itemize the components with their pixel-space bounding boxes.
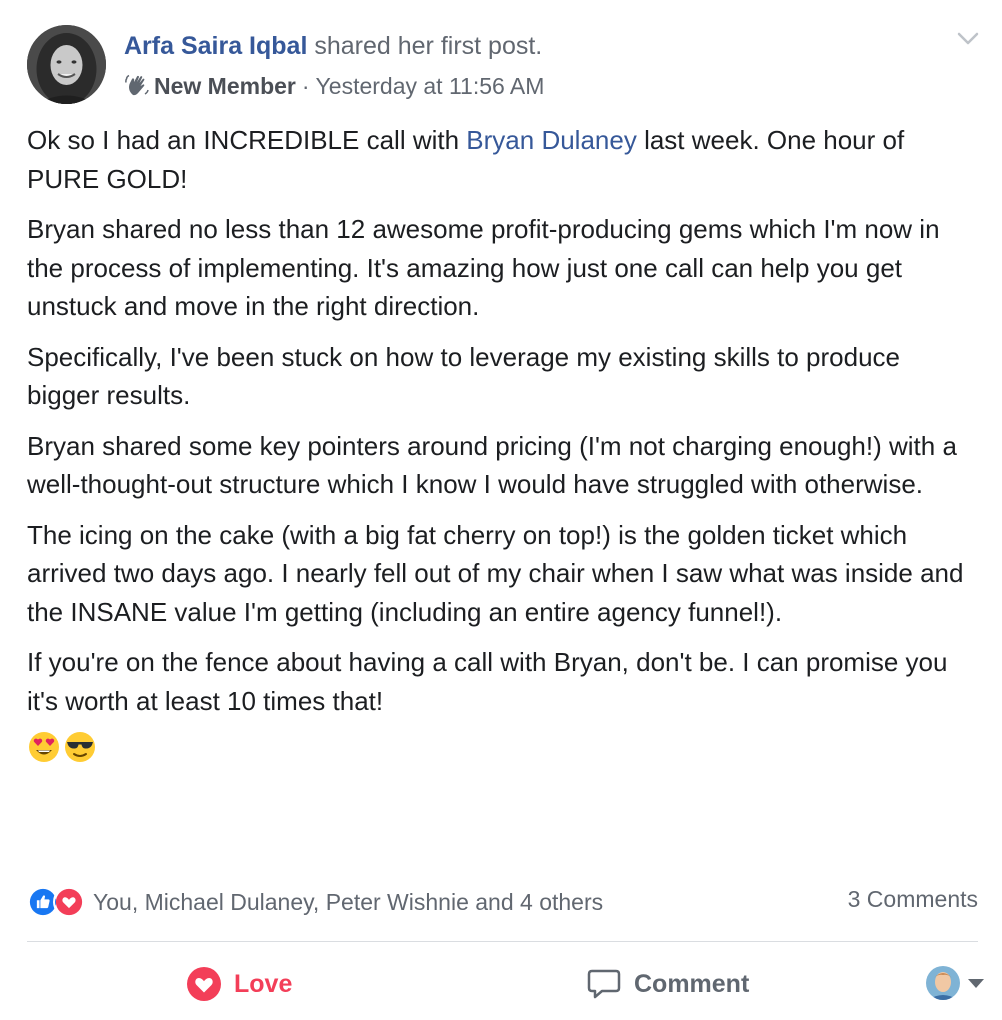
reactions-summary[interactable]: You, Michael Dulaney, Peter Wishnie and … [27,884,603,920]
mention-link[interactable]: Bryan Dulaney [466,125,637,155]
wave-icon [125,74,149,96]
reaction-names[interactable]: You, Michael Dulaney, Peter Wishnie and … [93,889,603,916]
member-badge[interactable]: New Member [154,71,296,101]
comment-label: Comment [634,969,750,998]
comment-button[interactable]: Comment [586,962,749,1006]
facebook-post: Arfa Saira Iqbal shared her first post. … [0,0,1002,1020]
love-reaction-icon [53,886,85,918]
post-paragraph: Bryan shared no less than 12 awesome pro… [27,214,940,321]
post-paragraph: Specifically, I've been stuck on how to … [27,341,901,411]
post-meta: New Member · Yesterday at 11:56 AM [124,71,544,101]
love-label: Love [234,969,293,998]
author-name-link[interactable]: Arfa Saira Iqbal [124,32,307,60]
post-paragraph: If you're on the fence about having a ca… [27,647,948,716]
post-timestamp[interactable]: Yesterday at 11:56 AM [316,71,545,101]
comment-count-link[interactable]: 3 Comments [848,886,978,913]
comment-icon [587,969,621,999]
post-body: Ok so I had an INCREDIBLE call with Brya… [27,121,977,764]
love-button[interactable]: Love [186,962,292,1006]
post-paragraph: The icing on the cake (with a big fat ch… [27,519,964,627]
caret-down-icon[interactable] [968,979,984,988]
chevron-down-icon[interactable] [956,30,980,48]
emoji-row [27,730,977,764]
meta-separator: · [301,73,310,99]
shared-text: shared her first post. [307,32,543,60]
sunglasses-emoji [65,732,95,762]
post-paragraph: Bryan shared some key pointers around pr… [27,430,957,500]
viewer-avatar[interactable] [926,966,960,1000]
post-paragraph: Ok so I had an INCREDIBLE call with Brya… [27,121,977,198]
divider [27,941,978,942]
author-avatar[interactable] [27,25,106,104]
love-icon [187,967,221,1001]
post-header-title: Arfa Saira Iqbal shared her first post. [124,30,542,62]
paragraph-text: Ok so I had an INCREDIBLE call with [27,125,467,155]
heart-eyes-emoji [29,732,59,762]
